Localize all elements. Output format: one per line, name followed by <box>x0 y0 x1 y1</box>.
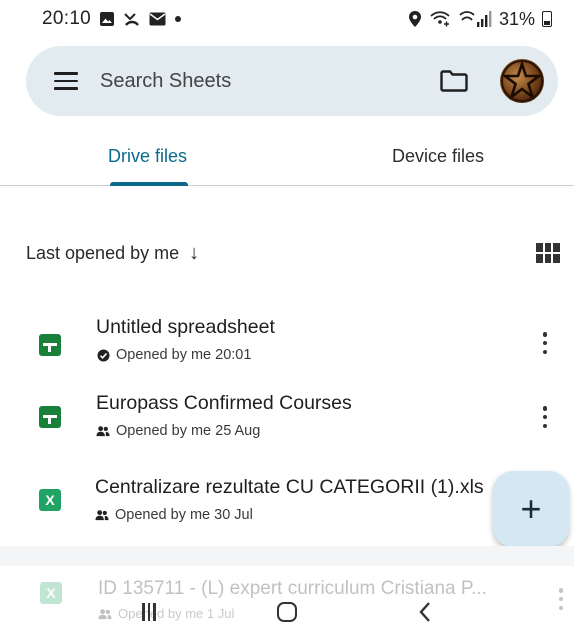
battery-text: 31% <box>498 8 535 29</box>
home-icon <box>277 602 297 622</box>
check-circle-icon <box>96 348 110 362</box>
recents-button[interactable] <box>119 594 179 630</box>
search-bar[interactable]: Search Sheets <box>26 46 558 116</box>
menu-icon[interactable] <box>54 72 78 90</box>
sheets-icon <box>39 334 61 356</box>
email-icon <box>149 12 166 26</box>
create-new-button[interactable]: + <box>493 471 569 547</box>
more-options-icon[interactable] <box>536 402 554 432</box>
shared-icon <box>96 424 110 438</box>
signal-icon <box>458 10 492 28</box>
gallery-icon <box>99 11 115 27</box>
status-bar: 20:10 31% <box>0 0 574 38</box>
shared-icon <box>95 508 109 522</box>
sheets-icon <box>39 406 61 428</box>
battery-icon <box>542 11 552 27</box>
list-item[interactable]: Europass Confirmed Courses Opened by me … <box>0 392 574 464</box>
tab-drive-files[interactable]: Drive files <box>0 128 296 186</box>
back-icon <box>419 602 430 622</box>
dot-icon <box>174 15 182 23</box>
home-button[interactable] <box>257 594 317 630</box>
sort-label[interactable]: Last opened by me <box>26 243 179 264</box>
file-meta: Opened by me 25 Aug <box>116 423 261 439</box>
more-options-icon[interactable] <box>536 328 554 358</box>
sort-direction-icon[interactable]: ↓ <box>189 242 199 265</box>
folder-icon[interactable] <box>440 70 468 92</box>
search-input[interactable]: Search Sheets <box>100 70 440 93</box>
system-nav-bar <box>0 594 574 630</box>
file-name: Centralizare rezultate CU CATEGORII (1).… <box>95 476 484 498</box>
wifi-calling-icon <box>429 10 451 28</box>
divider <box>0 546 574 566</box>
file-name: Untitled spreadsheet <box>96 316 275 338</box>
sort-row: Last opened by me ↓ <box>26 236 560 270</box>
list-item[interactable]: Untitled spreadsheet Opened by me 20:01 <box>0 316 574 388</box>
recents-icon <box>142 603 156 621</box>
avatar[interactable] <box>500 59 544 103</box>
location-icon <box>408 10 422 28</box>
excel-icon: X <box>39 489 61 511</box>
grid-view-icon[interactable] <box>536 243 560 263</box>
file-meta: Opened by me 20:01 <box>116 347 252 363</box>
file-meta: Opened by me 30 Jul <box>115 507 253 523</box>
tab-bar: Drive files Device files <box>0 128 574 186</box>
list-item[interactable]: X Centralizare rezultate CU CATEGORII (1… <box>0 476 574 548</box>
tab-device-files[interactable]: Device files <box>296 128 574 185</box>
status-time: 20:10 <box>42 8 92 29</box>
file-name: Europass Confirmed Courses <box>96 392 352 414</box>
back-button[interactable] <box>395 594 455 630</box>
missed-call-icon <box>123 11 141 27</box>
